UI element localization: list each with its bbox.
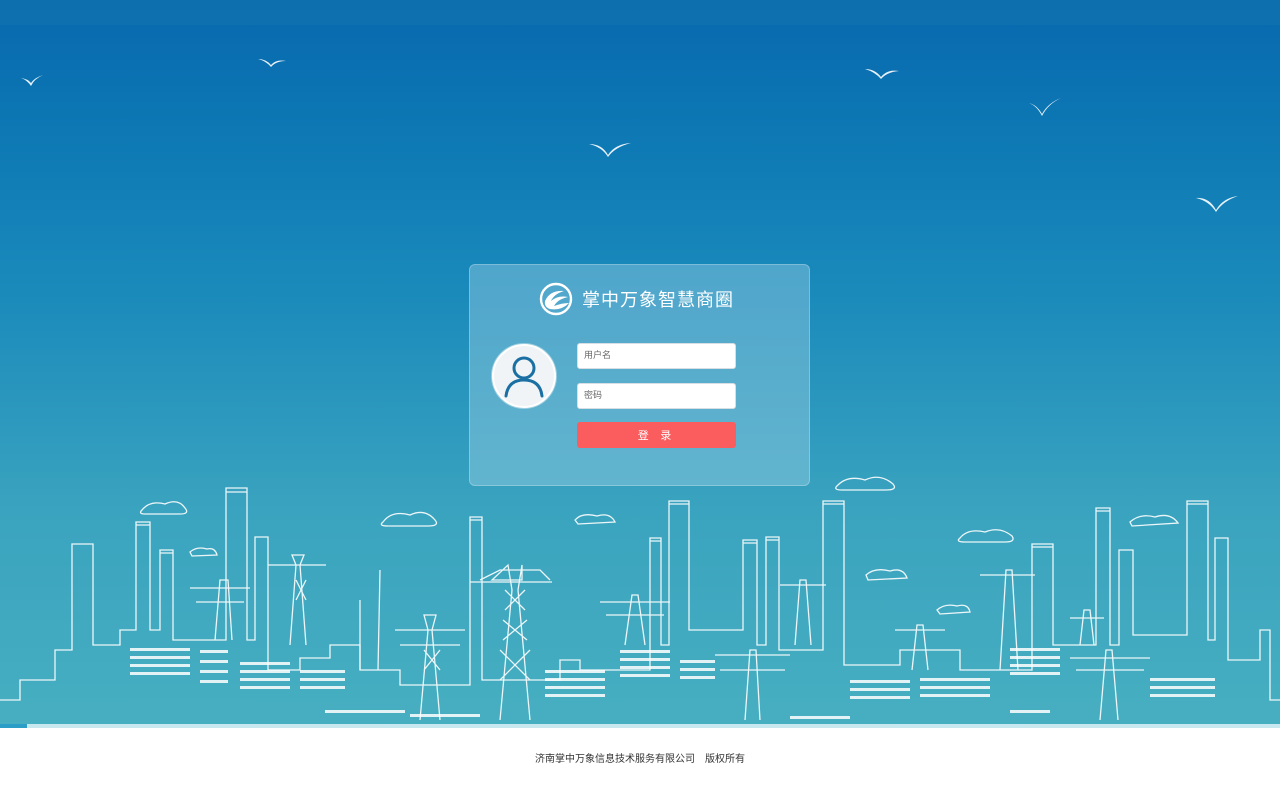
city-skyline xyxy=(0,476,1280,721)
footer-copyright: 济南掌中万象信息技术服务有限公司 版权所有 xyxy=(535,754,745,765)
bird-icon xyxy=(1196,196,1238,212)
brand-name: 掌中万象智慧商圈 xyxy=(582,290,734,311)
bird-icon xyxy=(21,75,43,86)
user-avatar-icon xyxy=(492,344,556,408)
bottom-strip-accent xyxy=(0,724,27,728)
username-input[interactable] xyxy=(577,343,736,369)
password-input[interactable] xyxy=(577,383,736,409)
top-bar xyxy=(0,0,1280,25)
brand: 掌中万象智慧商圈 xyxy=(538,281,734,317)
bird-icon xyxy=(865,69,899,79)
login-button[interactable]: 登 录 xyxy=(577,422,736,448)
bird-icon xyxy=(589,143,631,157)
login-panel: 掌中万象智慧商圈 登 录 xyxy=(469,264,810,486)
bird-icon xyxy=(1029,98,1061,116)
bird-icon xyxy=(258,59,286,67)
bottom-strip xyxy=(0,724,1280,728)
swirl-logo-icon xyxy=(539,282,573,316)
